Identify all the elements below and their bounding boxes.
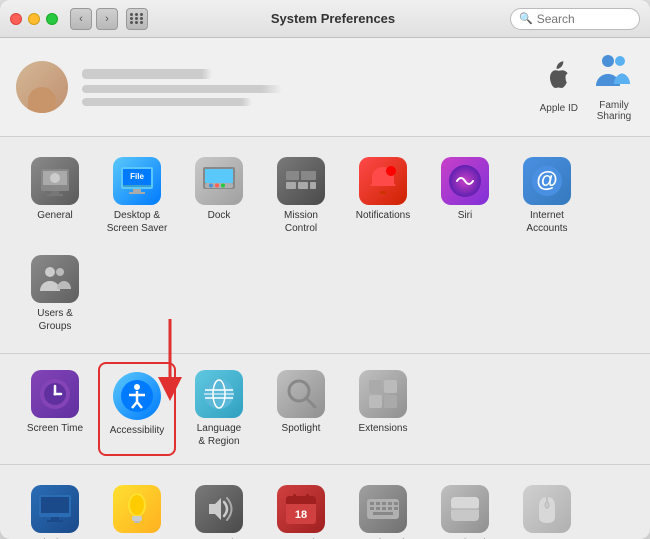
pref-item-notifications[interactable]: Notifications [344, 149, 422, 243]
window-title: System Preferences [156, 11, 510, 26]
section-hardware: Displays EnergySaver [0, 465, 650, 539]
pref-grid-accessibility: Screen Time Accessibilit [16, 362, 634, 456]
svg-text:@: @ [536, 167, 557, 192]
internet-icon: @ [523, 157, 571, 205]
energy-icon [113, 485, 161, 533]
grid-dots-icon [130, 13, 144, 24]
pref-item-mouse[interactable]: Mouse [508, 477, 586, 539]
accessibility-label: Accessibility [110, 424, 164, 437]
family-sharing-icon [594, 52, 634, 96]
notifications-label: Notifications [356, 209, 410, 222]
pref-item-keyboard[interactable]: Keyboard [344, 477, 422, 539]
pref-item-extensions[interactable]: Extensions [344, 362, 422, 456]
pref-item-language[interactable]: Language& Region [180, 362, 258, 456]
siri-label: Siri [458, 209, 472, 222]
pref-item-desktop[interactable]: File Desktop &Screen Saver [98, 149, 176, 243]
sound-icon [195, 485, 243, 533]
general-label: General [37, 209, 73, 222]
section-accessibility: Screen Time Accessibilit [0, 354, 650, 465]
trackpad-icon [441, 485, 489, 533]
svg-text:18: 18 [295, 509, 307, 521]
displays-icon [31, 485, 79, 533]
pref-item-dock[interactable]: Dock [180, 149, 258, 243]
general-icon [31, 157, 79, 205]
user-name-blur [82, 69, 212, 79]
spotlight-label: Spotlight [282, 422, 321, 435]
nav-buttons: ‹ › [70, 8, 118, 30]
title-bar: ‹ › System Preferences 🔍 [0, 0, 650, 38]
dock-icon [195, 157, 243, 205]
user-info [82, 69, 540, 106]
user-detail-blur [82, 85, 282, 93]
keyboard-icon [359, 485, 407, 533]
language-label: Language& Region [197, 422, 242, 448]
pref-item-accessibility[interactable]: Accessibility [98, 362, 176, 456]
search-bar[interactable]: 🔍 [510, 8, 640, 30]
mission-icon [277, 157, 325, 205]
siri-icon [441, 157, 489, 205]
pref-item-trackpad[interactable]: Trackpad [426, 477, 504, 539]
desktop-label: Desktop &Screen Saver [107, 209, 168, 235]
user-detail-blur2 [82, 98, 252, 106]
content-area: Apple ID FamilySharing [0, 38, 650, 539]
accessibility-icon [113, 372, 161, 420]
pref-item-siri[interactable]: Siri [426, 149, 504, 243]
search-icon: 🔍 [519, 12, 533, 25]
pref-item-datetime[interactable]: 18 Date & Time [262, 477, 340, 539]
mission-label: MissionControl [284, 209, 318, 235]
apple-logo-icon [543, 60, 575, 99]
extensions-label: Extensions [359, 422, 408, 435]
mouse-icon [523, 485, 571, 533]
dock-label: Dock [208, 209, 231, 222]
screentime-label: Screen Time [27, 422, 83, 435]
notifications-icon [359, 157, 407, 205]
pref-item-spotlight[interactable]: Spotlight [262, 362, 340, 456]
spotlight-icon [277, 370, 325, 418]
avatar-face [28, 87, 56, 113]
svg-text:File: File [130, 172, 144, 181]
back-button[interactable]: ‹ [70, 8, 92, 30]
section-personal: General File Desktop &Scr [0, 137, 650, 354]
apple-id-label: Apple ID [540, 103, 578, 114]
system-preferences-window: ‹ › System Preferences 🔍 [0, 0, 650, 539]
family-sharing-label: FamilySharing [597, 100, 631, 122]
minimize-button[interactable] [28, 13, 40, 25]
user-section: Apple ID FamilySharing [0, 38, 650, 137]
screentime-icon [31, 370, 79, 418]
avatar [16, 61, 68, 113]
pref-item-energy[interactable]: EnergySaver [98, 477, 176, 539]
users-label: Users &Groups [37, 307, 73, 333]
pref-item-displays[interactable]: Displays [16, 477, 94, 539]
user-right-actions: Apple ID FamilySharing [540, 52, 634, 122]
pref-grid-personal: General File Desktop &Scr [16, 149, 634, 341]
pref-grid-hardware: Displays EnergySaver [16, 477, 634, 539]
datetime-icon: 18 [277, 485, 325, 533]
grid-view-button[interactable] [126, 8, 148, 30]
pref-item-sound[interactable]: Sound [180, 477, 258, 539]
close-button[interactable] [10, 13, 22, 25]
pref-item-internet[interactable]: @ InternetAccounts [508, 149, 586, 243]
internet-label: InternetAccounts [526, 209, 567, 235]
maximize-button[interactable] [46, 13, 58, 25]
pref-item-users[interactable]: Users &Groups [16, 247, 94, 341]
pref-item-mission[interactable]: MissionControl [262, 149, 340, 243]
extensions-icon [359, 370, 407, 418]
language-icon [195, 370, 243, 418]
family-sharing-button[interactable]: FamilySharing [594, 52, 634, 122]
desktop-icon: File [113, 157, 161, 205]
pref-item-screentime[interactable]: Screen Time [16, 362, 94, 456]
apple-id-button[interactable]: Apple ID [540, 60, 578, 114]
search-input[interactable] [537, 12, 617, 26]
users-icon [31, 255, 79, 303]
pref-item-general[interactable]: General [16, 149, 94, 243]
traffic-lights [10, 13, 58, 25]
forward-button[interactable]: › [96, 8, 118, 30]
